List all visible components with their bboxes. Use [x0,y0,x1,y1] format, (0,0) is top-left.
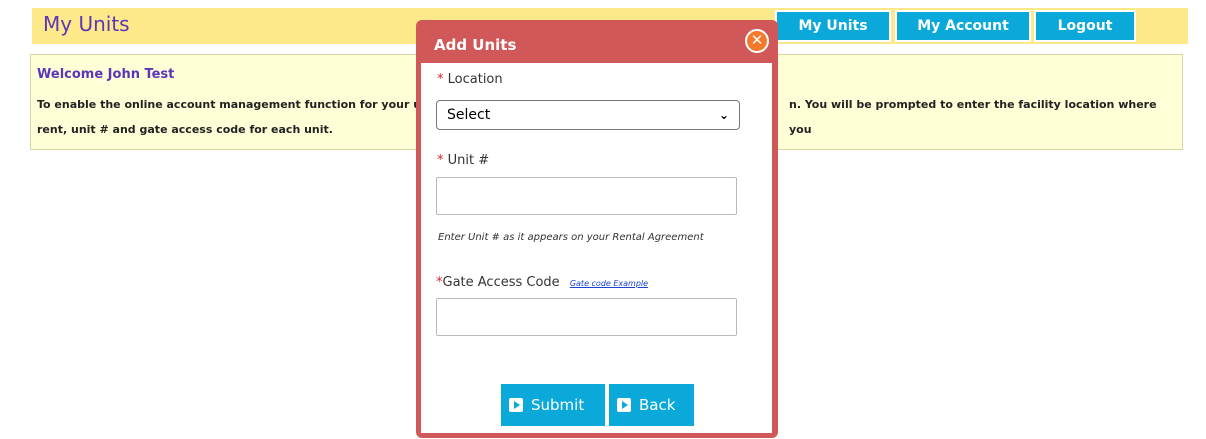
welcome-title: Welcome John Test [37,67,175,82]
unit-hint: Enter Unit # as it appears on your Renta… [438,232,704,243]
unit-input[interactable] [436,177,737,215]
gate-code-example-link[interactable]: Gate code Example [570,279,648,288]
submit-button[interactable]: Submit [501,384,605,426]
gate-label-text: Gate Access Code [442,275,560,290]
required-marker: * [437,153,444,168]
submit-label: Submit [531,396,585,414]
modal-body: * Location Select ⌄ * Unit # Enter Unit … [421,63,772,433]
page-title: My Units [43,12,130,36]
unit-label: * Unit # [437,153,489,168]
nav-my-account-button[interactable]: My Account [895,10,1031,42]
nav-my-units-button[interactable]: My Units [775,10,891,42]
welcome-text-line1-left: To enable the online account management … [37,98,422,111]
close-icon[interactable]: ✕ [745,29,769,53]
location-label-text: Location [447,72,503,87]
location-label: * Location [437,72,503,87]
back-button[interactable]: Back [609,384,694,426]
modal-title: Add Units [434,36,517,54]
play-icon [617,398,631,412]
chevron-down-icon: ⌄ [718,108,729,122]
play-icon [509,398,523,412]
welcome-text-line1-right: n. You will be prompted to enter the fac… [789,98,1157,136]
gate-code-input[interactable] [436,298,737,336]
back-label: Back [639,396,676,414]
add-units-modal: Add Units ✕ * Location Select ⌄ * Unit #… [416,20,778,438]
nav-logout-button[interactable]: Logout [1034,10,1136,42]
unit-label-text: Unit # [447,153,490,168]
location-select[interactable]: Select ⌄ [436,100,740,130]
required-marker: * [437,72,444,87]
gate-label: *Gate Access Code Gate code Example [436,275,648,290]
location-select-value: Select [447,107,491,123]
